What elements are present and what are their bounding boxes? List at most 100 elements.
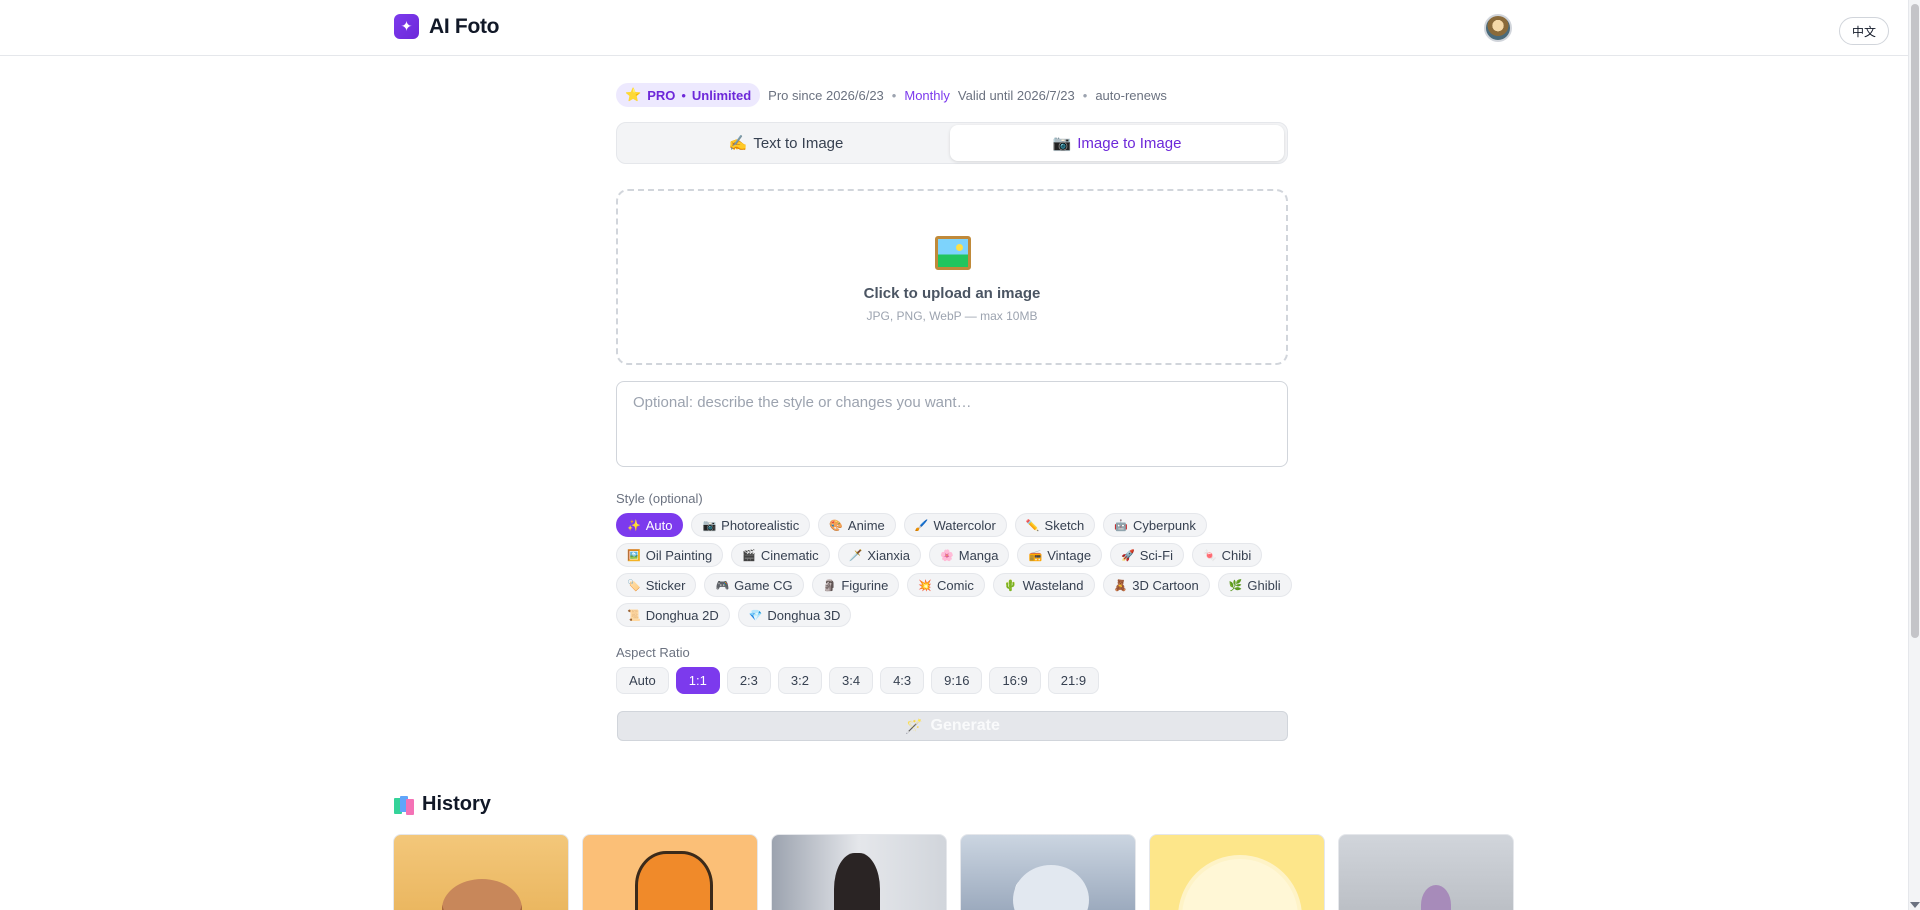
style-chip-label: Donghua 3D bbox=[767, 607, 841, 623]
style-chip-icon: 🌸 bbox=[940, 549, 954, 562]
style-chip-icon: ✨ bbox=[627, 519, 641, 532]
aspect-ratio-auto[interactable]: Auto bbox=[616, 667, 669, 694]
pro-badge: ⭐ PRO • Unlimited bbox=[616, 83, 761, 107]
style-chip-label: 3D Cartoon bbox=[1132, 577, 1199, 593]
style-chip-cinematic[interactable]: 🎬 Cinematic bbox=[731, 543, 830, 567]
style-chip-figurine[interactable]: 🗿 Figurine bbox=[811, 573, 900, 597]
style-chip-label: Sticker bbox=[645, 577, 686, 593]
history-thumbnail[interactable] bbox=[1149, 834, 1325, 910]
generate-button[interactable]: 🪄 Generate bbox=[617, 711, 1288, 741]
style-chip-icon: 📻 bbox=[1028, 549, 1043, 562]
style-chip-label: Game CG bbox=[734, 577, 793, 593]
aspect-ratio-3-4[interactable]: 3:4 bbox=[828, 667, 874, 694]
aspect-ratio-1-1[interactable]: 1:1 bbox=[675, 667, 720, 694]
tab-label: Text to Image bbox=[753, 134, 844, 152]
style-chip-donghua-2d[interactable]: 📜 Donghua 2D bbox=[616, 603, 730, 627]
history-heading: History bbox=[394, 793, 491, 816]
style-chip-label: Auto bbox=[645, 517, 673, 533]
style-chip-3d-cartoon[interactable]: 🧸 3D Cartoon bbox=[1102, 573, 1210, 597]
style-chip-sticker[interactable]: 🏷️ Sticker bbox=[616, 573, 697, 597]
aspect-ratio-3-2[interactable]: 3:2 bbox=[777, 667, 822, 694]
style-chip-label: Oil Painting bbox=[645, 547, 713, 563]
star-icon: ⭐ bbox=[625, 87, 642, 102]
style-chip-label: Manga bbox=[958, 547, 999, 563]
style-chip-oil-painting[interactable]: 🖼️ Oil Painting bbox=[616, 543, 724, 567]
user-avatar[interactable] bbox=[1484, 14, 1512, 42]
style-chip-manga[interactable]: 🌸 Manga bbox=[929, 543, 1010, 567]
aspect-ratio-label: Aspect Ratio bbox=[616, 645, 690, 660]
style-chip-icon: 🧸 bbox=[1113, 579, 1128, 592]
style-chip-icon: 🗡️ bbox=[848, 549, 863, 562]
image-upload-dropzone[interactable]: Click to upload an image JPG, PNG, WebP … bbox=[616, 189, 1288, 365]
aspect-ratio-2-3[interactable]: 2:3 bbox=[726, 667, 771, 694]
style-chip-label: Photorealistic bbox=[721, 517, 800, 533]
upload-hint: JPG, PNG, WebP — max 10MB bbox=[866, 309, 1038, 323]
style-chip-photorealistic[interactable]: 📷 Photorealistic bbox=[691, 513, 811, 537]
history-title: History bbox=[422, 793, 491, 815]
style-chip-sketch[interactable]: ✏️ Sketch bbox=[1014, 513, 1096, 537]
valid-until-text: Valid until 2026/7/23 bbox=[957, 87, 1075, 103]
prompt-input[interactable] bbox=[616, 381, 1288, 467]
style-chip-vintage[interactable]: 📻 Vintage bbox=[1017, 543, 1103, 567]
style-chip-icon: 🎨 bbox=[829, 519, 843, 532]
history-gallery bbox=[393, 834, 1514, 910]
style-chip-label: Figurine bbox=[841, 577, 889, 593]
tab-image-to-image[interactable]: 📷 Image to Image bbox=[950, 125, 1284, 161]
badge-separator: • bbox=[681, 87, 686, 103]
aspect-ratio-4-3[interactable]: 4:3 bbox=[880, 667, 925, 694]
scrollbar-thumb[interactable] bbox=[1911, 4, 1919, 638]
style-chip-label: Watercolor bbox=[933, 517, 996, 533]
framed-picture-icon bbox=[935, 236, 971, 270]
page-scrollbar[interactable] bbox=[1908, 0, 1920, 910]
app-logo[interactable]: ✦ AI Foto bbox=[394, 14, 500, 39]
style-section-label: Style (optional) bbox=[616, 491, 703, 506]
separator: • bbox=[891, 87, 897, 103]
style-chip-donghua-3d[interactable]: 💎 Donghua 3D bbox=[737, 603, 852, 627]
style-chip-comic[interactable]: 💥 Comic bbox=[907, 573, 985, 597]
sparkle-logo-icon: ✦ bbox=[394, 14, 419, 39]
style-chip-label: Chibi bbox=[1221, 547, 1252, 563]
history-thumbnail[interactable] bbox=[960, 834, 1136, 910]
style-chip-ghibli[interactable]: 🌿 Ghibli bbox=[1217, 573, 1292, 597]
tab-text-to-image[interactable]: ✍️ Text to Image bbox=[619, 125, 953, 161]
books-icon bbox=[394, 795, 414, 815]
style-chip-label: Sci-Fi bbox=[1139, 547, 1173, 563]
style-chip-label: Cinematic bbox=[760, 547, 819, 563]
style-chip-auto[interactable]: ✨ Auto bbox=[616, 513, 684, 537]
history-thumbnail[interactable] bbox=[582, 834, 758, 910]
aspect-ratio-9-16[interactable]: 9:16 bbox=[931, 667, 983, 694]
top-bar: ✦ AI Foto 中文 bbox=[0, 0, 1908, 56]
style-chip-icon: 📜 bbox=[627, 609, 641, 622]
pro-label: PRO bbox=[647, 87, 676, 103]
auto-renew-text: auto-renews bbox=[1095, 87, 1167, 103]
style-chip-icon: 🌿 bbox=[1228, 579, 1243, 592]
separator: • bbox=[1082, 87, 1088, 103]
scroll-down-arrow-icon[interactable] bbox=[1910, 902, 1920, 908]
history-thumbnail[interactable] bbox=[393, 834, 569, 910]
history-thumbnail[interactable] bbox=[1338, 834, 1514, 910]
style-chip-watercolor[interactable]: 🖌️ Watercolor bbox=[903, 513, 1007, 537]
aspect-ratio-16-9[interactable]: 16:9 bbox=[989, 667, 1041, 694]
style-chip-icon: 🎮 bbox=[715, 579, 730, 592]
style-chip-chibi[interactable]: 🍬 Chibi bbox=[1191, 543, 1263, 567]
aspect-ratio-21-9[interactable]: 21:9 bbox=[1047, 667, 1100, 694]
pro-since-text: Pro since 2026/6/23 bbox=[768, 87, 884, 103]
style-chip-label: Xianxia bbox=[867, 547, 911, 563]
style-chip-wasteland[interactable]: 🌵 Wasteland bbox=[992, 573, 1095, 597]
style-chip-sci-fi[interactable]: 🚀 Sci-Fi bbox=[1110, 543, 1184, 567]
language-switch-button[interactable]: 中文 bbox=[1839, 17, 1890, 45]
style-chip-label: Sketch bbox=[1044, 517, 1085, 533]
billing-cycle: Monthly bbox=[904, 87, 950, 103]
history-thumbnail[interactable] bbox=[771, 834, 947, 910]
style-chip-cyberpunk[interactable]: 🤖 Cyberpunk bbox=[1103, 513, 1207, 537]
style-chip-anime[interactable]: 🎨 Anime bbox=[818, 513, 896, 537]
style-chip-icon: 🌵 bbox=[1003, 579, 1018, 592]
style-chip-icon: 🚀 bbox=[1121, 549, 1135, 562]
upload-title: Click to upload an image bbox=[863, 285, 1041, 302]
style-chip-xianxia[interactable]: 🗡️ Xianxia bbox=[837, 543, 922, 567]
mode-tabs: ✍️ Text to Image 📷 Image to Image bbox=[616, 122, 1288, 164]
tab-label: Image to Image bbox=[1077, 134, 1182, 152]
camera-icon: 📷 bbox=[1052, 135, 1072, 152]
style-options: ✨ Auto 📷 Photorealistic 🎨 Anime 🖌️ Watercolor ✏️… bbox=[616, 513, 1296, 627]
style-chip-game-cg[interactable]: 🎮 Game CG bbox=[704, 573, 804, 597]
